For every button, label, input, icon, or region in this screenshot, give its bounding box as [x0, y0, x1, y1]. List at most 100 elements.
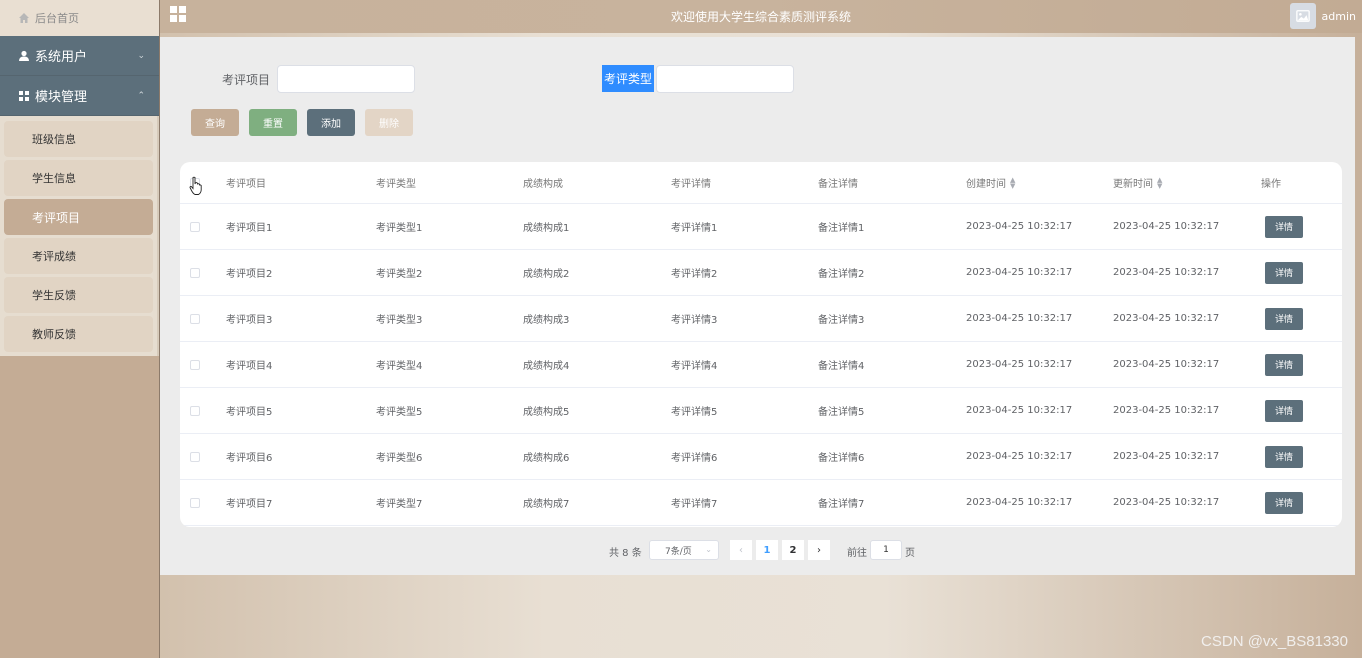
table-row: 考评项目7 考评类型7 成绩构成7 考评详情7 备注详情7 2023-04-25 10:3… — [180, 480, 1342, 526]
pagination: 共 8 条 7条/页 ⌄ ‹ 1 2 › 前往 1 页 — [160, 540, 1355, 560]
sidebar-item-label: 考评成绩 — [32, 250, 76, 263]
sidebar-item-teacher-feedback[interactable]: 教师反馈 — [4, 316, 153, 352]
table-cell: 2023-04-25 10:32:17 — [966, 313, 1073, 324]
column-header: 考评类型 — [376, 179, 416, 190]
table-cell: 备注详情2 — [818, 269, 865, 280]
table-cell: 2023-04-25 10:32:17 — [1113, 497, 1220, 508]
row-checkbox[interactable] — [190, 497, 200, 508]
pagination-total: 共 8 条 — [609, 548, 642, 559]
search-form: 考评项目 考评类型 — [160, 65, 1355, 93]
detail-button[interactable]: 详情 — [1265, 491, 1303, 514]
row-checkbox[interactable] — [190, 221, 200, 232]
table-cell: 成绩构成5 — [523, 407, 570, 418]
table-cell: 2023-04-25 10:32:17 — [1113, 405, 1220, 416]
row-checkbox-cell — [190, 342, 200, 387]
next-page-button[interactable]: › — [808, 540, 830, 560]
user-menu[interactable]: admin — [1289, 3, 1356, 29]
row-checkbox[interactable] — [190, 313, 200, 324]
detail-button[interactable]: 详情 — [1265, 353, 1303, 376]
sidebar-item-label: 学生反馈 — [32, 289, 76, 302]
table-cell: 2023-04-25 10:32:17 — [966, 405, 1073, 416]
detail-button[interactable]: 详情 — [1265, 399, 1303, 422]
table-cell: 2023-04-25 10:32:17 — [1113, 451, 1220, 462]
hand-cursor-icon — [189, 176, 202, 195]
page-size-select[interactable]: 7条/页 ⌄ — [649, 540, 719, 560]
sidebar-home-link[interactable]: 后台首页 — [0, 0, 159, 36]
menu-toggle-icon[interactable] — [170, 6, 186, 22]
table-header-row: 考评项目 考评类型 成绩构成 考评详情 备注详情 创建时间 ▲ ▼ 更新时间 ▲ ▼… — [180, 162, 1342, 204]
sidebar: 后台首页 系统用户 ⌄ 模块管理 ⌃ 班级信息 学生信息 考评项目 考评成绩 学… — [0, 0, 160, 658]
table-cell: 考评项目6 — [226, 453, 273, 464]
table-cell: 考评类型3 — [376, 315, 423, 326]
column-header-sortable[interactable]: 创建时间 ▲ ▼ — [966, 162, 1015, 203]
table-cell: 备注详情3 — [818, 315, 865, 326]
detail-button[interactable]: 详情 — [1265, 261, 1303, 284]
sidebar-home-label: 后台首页 — [35, 12, 79, 25]
table-cell: 考评类型4 — [376, 361, 423, 372]
prev-page-button[interactable]: ‹ — [730, 540, 752, 560]
table-cell: 备注详情5 — [818, 407, 865, 418]
action-buttons: 查询 重置 添加 删除 — [191, 109, 423, 136]
row-action-cell: 详情 — [1265, 296, 1303, 341]
row-checkbox[interactable] — [190, 405, 200, 416]
sidebar-item-student-feedback[interactable]: 学生反馈 — [4, 277, 153, 313]
table-cell: 考评详情4 — [671, 361, 718, 372]
row-checkbox-cell — [190, 250, 200, 295]
page-number-1[interactable]: 1 — [756, 540, 778, 560]
column-header: 成绩构成 — [523, 179, 563, 190]
row-checkbox[interactable] — [190, 451, 200, 462]
table-cell: 备注详情4 — [818, 361, 865, 372]
menu-group-system-users[interactable]: 系统用户 ⌄ — [0, 36, 159, 76]
page-number-2[interactable]: 2 — [782, 540, 804, 560]
row-action-cell: 详情 — [1265, 480, 1303, 525]
table-cell: 备注详情6 — [818, 453, 865, 464]
detail-button[interactable]: 详情 — [1265, 445, 1303, 468]
menu-group-label: 系统用户 — [35, 50, 88, 65]
delete-button[interactable]: 删除 — [365, 109, 413, 136]
row-checkbox[interactable] — [190, 267, 200, 278]
add-button[interactable]: 添加 — [307, 109, 355, 136]
avatar[interactable] — [1289, 3, 1316, 29]
column-header-sortable[interactable]: 更新时间 ▲ ▼ — [1113, 162, 1162, 203]
table-cell: 2023-04-25 10:32:17 — [1113, 313, 1220, 324]
chevron-up-icon: ⌃ — [137, 90, 145, 101]
detail-button[interactable]: 详情 — [1265, 215, 1303, 238]
sidebar-item-class-info[interactable]: 班级信息 — [4, 121, 153, 157]
goto-label: 前往 — [847, 548, 867, 559]
table-cell: 考评项目2 — [226, 269, 273, 280]
search-input-type[interactable] — [656, 65, 794, 93]
sidebar-item-evaluation-score[interactable]: 考评成绩 — [4, 238, 153, 274]
menu-group-module-management[interactable]: 模块管理 ⌃ — [0, 76, 159, 116]
row-checkbox-cell — [190, 204, 200, 249]
row-checkbox[interactable] — [190, 359, 200, 370]
column-header: 考评详情 — [671, 179, 711, 190]
goto-page-input[interactable]: 1 — [870, 540, 902, 560]
chevron-down-icon: ⌄ — [137, 50, 145, 61]
search-input-project[interactable] — [277, 65, 415, 93]
sidebar-item-label: 考评项目 — [32, 210, 81, 225]
data-table: 考评项目 考评类型 成绩构成 考评详情 备注详情 创建时间 ▲ ▼ 更新时间 ▲ ▼… — [180, 162, 1342, 527]
column-header-label: 创建时间 — [966, 179, 1006, 190]
reset-button[interactable]: 重置 — [249, 109, 297, 136]
detail-button[interactable]: 详情 — [1265, 307, 1303, 330]
sidebar-item-student-info[interactable]: 学生信息 — [4, 160, 153, 196]
query-button[interactable]: 查询 — [191, 109, 239, 136]
table-cell: 考评项目4 — [226, 361, 273, 372]
table-cell: 成绩构成2 — [523, 269, 570, 280]
menu-group-label: 模块管理 — [35, 90, 88, 105]
goto-unit: 页 — [905, 548, 915, 559]
table-cell: 考评类型1 — [376, 223, 423, 234]
sidebar-item-evaluation-project[interactable]: 考评项目 — [4, 199, 153, 235]
main-content: 考评项目 考评类型 查询 重置 添加 删除 考评项目 考评类型 成绩构成 考评详… — [160, 37, 1355, 575]
table-cell: 成绩构成1 — [523, 223, 570, 234]
sort-icon[interactable]: ▲ ▼ — [1010, 176, 1015, 189]
table-cell: 2023-04-25 10:32:17 — [966, 451, 1073, 462]
sort-icon[interactable]: ▲ ▼ — [1157, 176, 1162, 189]
table-cell: 考评详情1 — [671, 223, 718, 234]
table-cell: 考评详情2 — [671, 269, 718, 280]
table-cell: 考评项目7 — [226, 499, 273, 510]
sidebar-item-label: 教师反馈 — [32, 328, 76, 341]
sidebar-item-label: 班级信息 — [32, 133, 76, 146]
table-cell: 考评详情7 — [671, 499, 718, 510]
column-header-label: 更新时间 — [1113, 179, 1153, 190]
